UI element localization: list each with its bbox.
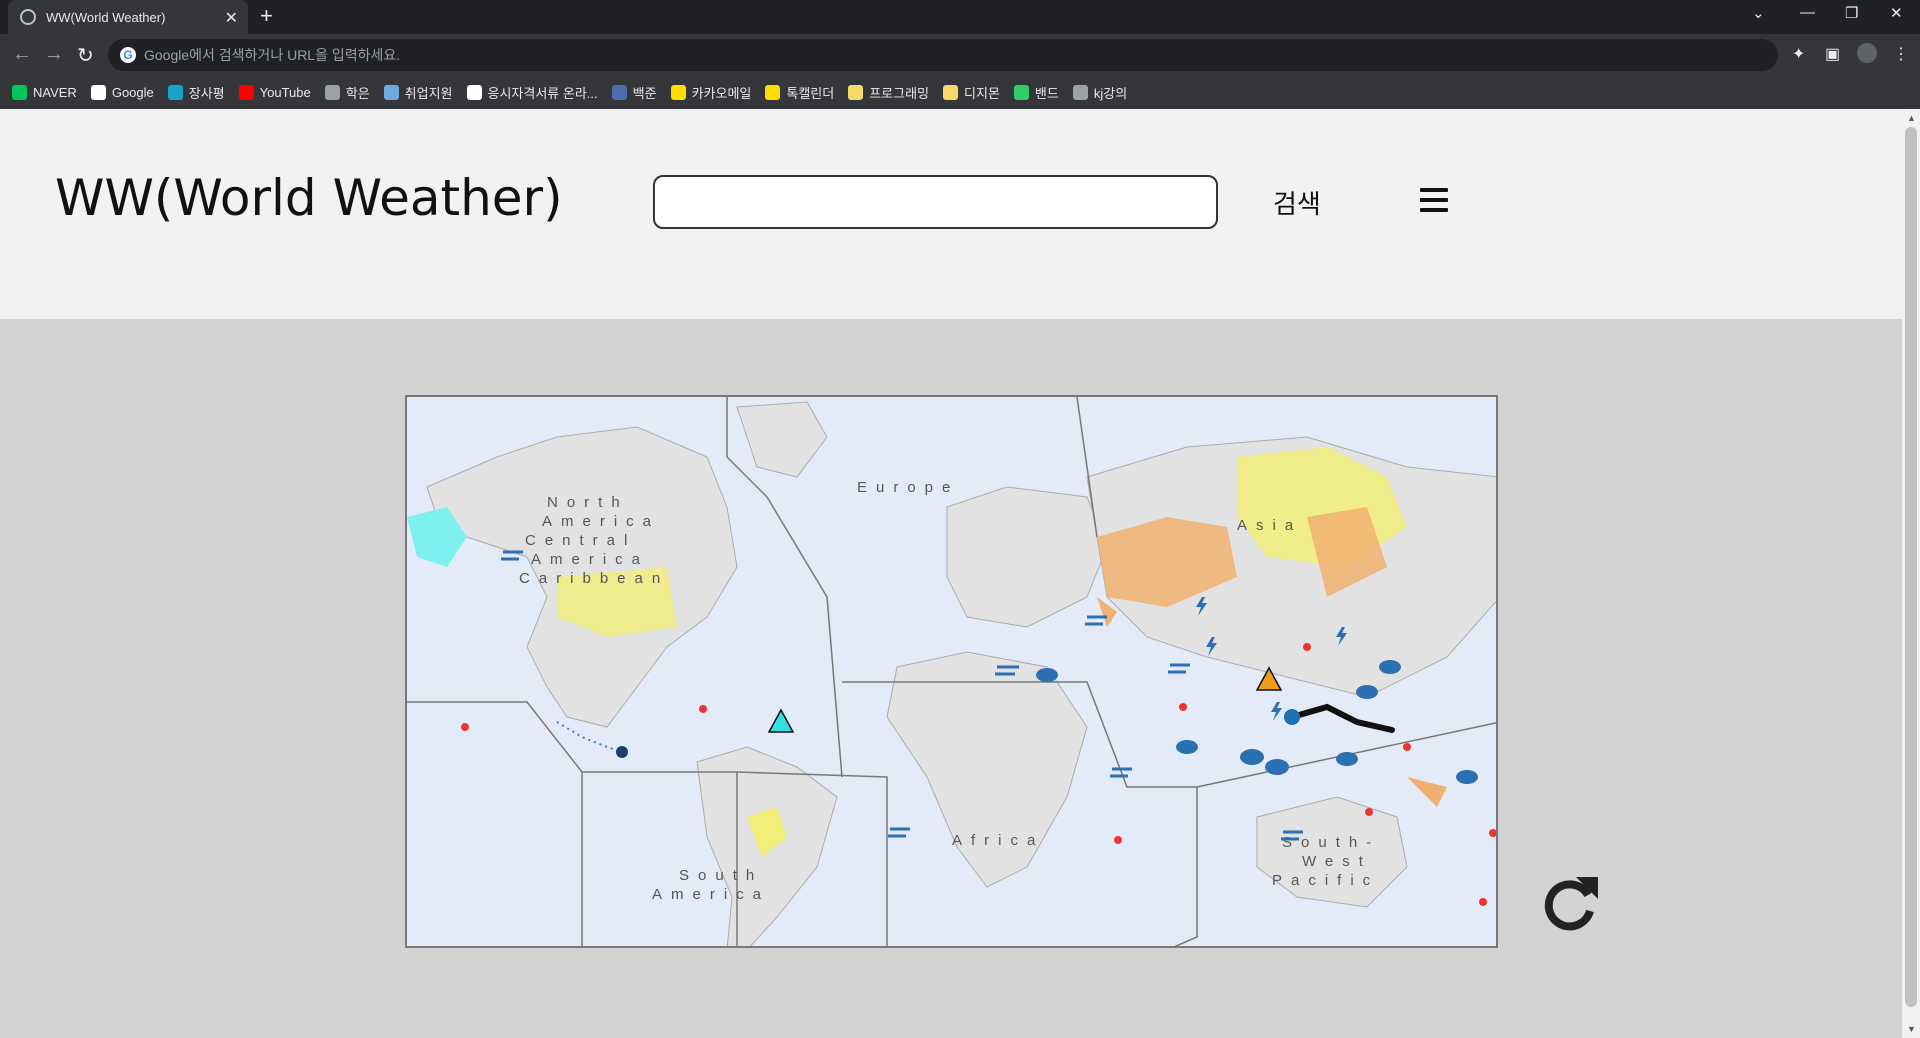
bookmark-item[interactable]: 프로그래밍 xyxy=(848,83,929,102)
search-button[interactable]: 검색 xyxy=(1273,184,1321,221)
bookmark-item[interactable]: 백준 xyxy=(611,83,657,102)
bookmark-icon xyxy=(765,84,781,100)
tab-search-icon[interactable]: ⌄ xyxy=(1752,4,1765,22)
vertical-scrollbar[interactable]: ▲ ▼ xyxy=(1902,109,1920,1038)
new-tab-icon[interactable]: + xyxy=(260,3,273,29)
page-title: WW(World Weather) xyxy=(55,169,563,227)
scroll-up-icon[interactable]: ▲ xyxy=(1907,113,1916,123)
bookmark-label: 응시자격서류 온라... xyxy=(487,85,598,101)
site-header: WW(World Weather) 검색 xyxy=(0,109,1902,319)
bookmark-icon xyxy=(238,84,254,100)
globe-icon xyxy=(20,9,36,25)
bookmark-item[interactable]: NAVER xyxy=(12,84,77,100)
close-window-icon[interactable]: ✕ xyxy=(1890,4,1903,22)
hamburger-menu-icon[interactable] xyxy=(1420,188,1448,212)
bookmark-item[interactable]: 카카오메일 xyxy=(670,83,752,102)
bookmark-label: Google xyxy=(111,84,154,100)
browser-toolbar: ← → ↻ G Google에서 검색하거나 URL을 입력하세요. ✦ ▣ ⋮ xyxy=(0,34,1920,76)
bookmark-icon xyxy=(90,84,106,100)
google-icon: G xyxy=(120,47,136,63)
bookmark-label: 디지몬 xyxy=(964,85,1000,101)
search-input[interactable] xyxy=(653,175,1218,229)
bookmark-item[interactable]: 디지몬 xyxy=(943,83,1000,102)
bookmark-label: 백준 xyxy=(632,85,657,101)
bookmark-label: 학은 xyxy=(345,85,370,101)
reload-icon[interactable]: ↻ xyxy=(77,43,94,68)
minimize-icon[interactable]: — xyxy=(1800,4,1815,21)
bookmark-icon xyxy=(466,84,482,100)
scrollbar-thumb[interactable] xyxy=(1905,127,1917,1007)
address-placeholder: Google에서 검색하거나 URL을 입력하세요. xyxy=(144,47,401,63)
bookmark-icon xyxy=(1072,84,1088,100)
bookmark-icon xyxy=(848,84,864,100)
bookmark-icon xyxy=(12,84,27,100)
bookmarks-bar: NAVER Google 장사평 YouTube 학은 취업지원 응시자격서류 온라... 백… xyxy=(0,76,1920,108)
more-options-icon[interactable]: ⋮ xyxy=(1893,44,1909,64)
browser-chrome: WW(World Weather) ✕ + ⌄ — ❐ ✕ ← → ↻ G Go… xyxy=(0,0,1920,109)
bookmark-label: 톡캘린더 xyxy=(786,85,835,101)
bookmark-label: YouTube xyxy=(259,84,311,100)
bookmark-item[interactable]: 장사평 xyxy=(167,83,225,102)
bookmark-label: 장사평 xyxy=(188,85,225,101)
browser-tab[interactable]: WW(World Weather) ✕ xyxy=(8,0,248,34)
region-label-africa: Africa xyxy=(952,832,1044,849)
tab-strip: WW(World Weather) ✕ + ⌄ — ❐ ✕ xyxy=(0,0,1920,34)
bookmark-label: 밴드 xyxy=(1034,85,1059,101)
bookmark-label: 프로그래밍 xyxy=(869,85,930,101)
restore-icon[interactable]: ❐ xyxy=(1845,4,1858,22)
map-svg: North America Central America Caribbean … xyxy=(407,397,1496,946)
bookmark-icon xyxy=(324,84,340,100)
region-label-asia: Asia xyxy=(1237,517,1302,534)
tab-title: WW(World Weather) xyxy=(46,9,166,25)
profile-avatar[interactable] xyxy=(1857,43,1877,63)
side-panel-icon[interactable]: ▣ xyxy=(1825,44,1840,64)
bookmark-icon xyxy=(943,84,959,100)
extensions-icon[interactable]: ✦ xyxy=(1792,44,1805,64)
region-label-europe: Europe xyxy=(857,479,959,496)
bookmark-item[interactable]: 응시자격서류 온라... xyxy=(466,83,598,102)
bookmark-icon xyxy=(670,84,686,100)
close-tab-icon[interactable]: ✕ xyxy=(225,8,238,28)
forward-icon[interactable]: → xyxy=(44,43,64,66)
bookmark-icon xyxy=(167,84,183,100)
refresh-icon[interactable] xyxy=(1540,871,1600,933)
bookmark-item[interactable]: Google xyxy=(90,84,154,100)
back-icon[interactable]: ← xyxy=(12,43,32,66)
bookmark-item[interactable]: 톡캘린더 xyxy=(765,83,834,102)
bookmark-label: 취업지원 xyxy=(404,85,453,101)
web-page: WW(World Weather) 검색 North America Centr… xyxy=(0,109,1902,1038)
address-bar[interactable]: G Google에서 검색하거나 URL을 입력하세요. xyxy=(108,39,1778,71)
scroll-down-icon[interactable]: ▼ xyxy=(1907,1024,1916,1034)
bookmark-item[interactable]: 밴드 xyxy=(1013,83,1059,102)
bookmark-label: kj강의 xyxy=(1093,85,1128,101)
bookmark-icon xyxy=(611,84,627,100)
bookmark-item[interactable]: kj강의 xyxy=(1072,83,1128,102)
bookmark-item[interactable]: YouTube xyxy=(238,84,311,100)
cyclone-marker xyxy=(1284,709,1300,725)
bookmark-item[interactable]: 취업지원 xyxy=(383,83,453,102)
bookmark-label: NAVER xyxy=(33,84,77,100)
bookmark-item[interactable]: 학은 xyxy=(324,83,370,102)
world-weather-map: North America Central America Caribbean … xyxy=(405,395,1498,948)
cyclone-marker xyxy=(616,746,628,758)
bookmark-icon xyxy=(383,84,399,100)
bookmark-icon xyxy=(1013,84,1029,100)
bookmark-label: 카카오메일 xyxy=(691,85,752,101)
